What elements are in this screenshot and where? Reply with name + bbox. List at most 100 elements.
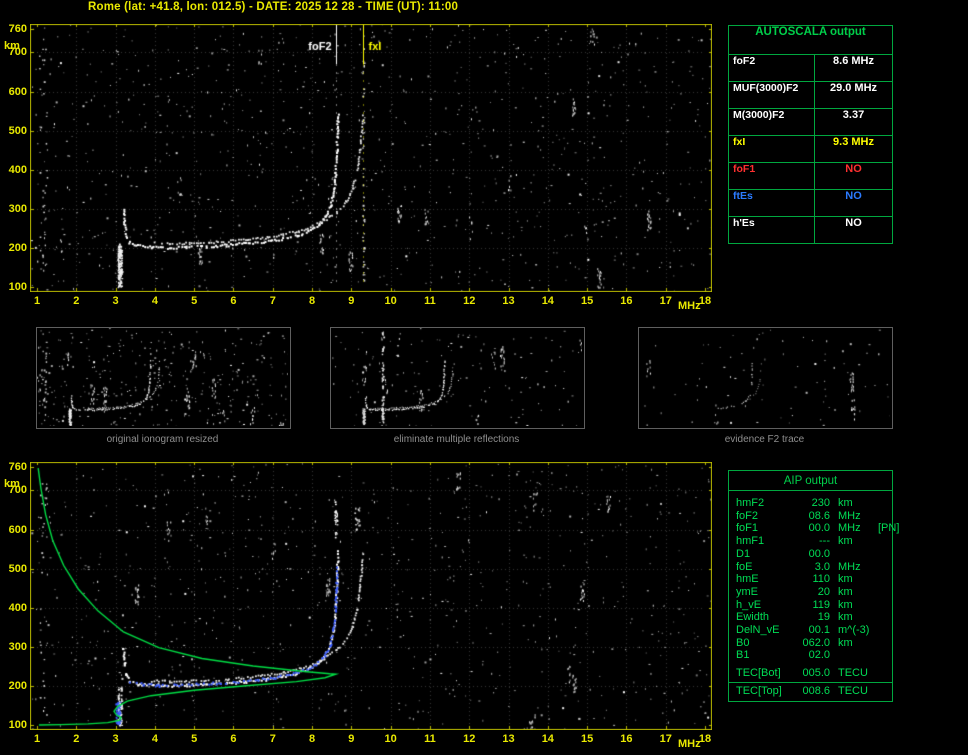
aip-row: hmE 110 km bbox=[729, 573, 892, 586]
aip-param-name: foF1 bbox=[736, 522, 759, 535]
aip-table-header: AIP output bbox=[729, 471, 892, 491]
thumbnail-caption-eliminate: eliminate multiple reflections bbox=[393, 434, 520, 445]
aip-param-name: TEC[Bot] bbox=[736, 667, 781, 680]
aip-param-unit: km bbox=[838, 573, 853, 586]
x-tick-label: 4 bbox=[151, 295, 158, 307]
aip-output-table: AIP output hmF2 230 km foF2 08.6 MHz foF1 00.0 M… bbox=[728, 470, 899, 702]
aip-row: h_vE 119 km bbox=[729, 599, 892, 612]
station-date-title: Rome (lat: +41.8, lon: 012.5) - DATE: 20… bbox=[88, 1, 459, 13]
profile-ionogram-canvas bbox=[30, 462, 712, 730]
aip-param-note bbox=[876, 637, 892, 650]
aip-param-name: hmF2 bbox=[736, 497, 765, 509]
aip-param-name: D1 bbox=[736, 547, 751, 560]
aip-param-unit: km bbox=[838, 535, 853, 548]
x-tick-label: 8 bbox=[308, 295, 316, 307]
y-tick-label: 500 bbox=[8, 562, 27, 575]
thumbnail-caption-evidence: evidence F2 trace bbox=[724, 434, 805, 445]
aip-row: B0 062.0 km bbox=[729, 637, 892, 650]
thumbnail-caption-original: original ionogram resized bbox=[106, 434, 219, 445]
aip-param-unit: MHz bbox=[838, 522, 861, 535]
aip-param-note bbox=[876, 586, 892, 599]
aip-param-unit: km bbox=[838, 636, 853, 649]
aip-row: ymE 20 km bbox=[729, 586, 892, 599]
x-tick-label: 17 bbox=[659, 295, 672, 307]
autoscala-screen: Rome (lat: +41.8, lon: 012.5) - DATE: 20… bbox=[0, 0, 968, 755]
x-tick-label: 11 bbox=[424, 295, 436, 307]
x-tick-label: 7 bbox=[269, 733, 276, 745]
y-tick-label: 600 bbox=[8, 523, 27, 536]
autoscala-row: h'Es NO bbox=[729, 217, 892, 243]
main-ionogram-plot: 1 2 3 4 5 6 7 8 9 10 11 12 13 14 15 16 17 18 760 700 600 500 4… bbox=[4, 23, 712, 312]
aip-param-note bbox=[876, 497, 892, 510]
aip-tec-rows: TEC[Bot] 005.0 TECU TEC[Top] 008.6 TECU bbox=[729, 667, 892, 697]
aip-param-name: Ewidth bbox=[736, 611, 770, 624]
x-tick-label: 3 bbox=[112, 295, 119, 307]
x-tick-label: 2 bbox=[73, 295, 80, 307]
aip-param-note bbox=[876, 685, 892, 698]
autoscala-param-name: ftEs bbox=[729, 190, 815, 216]
autoscala-row: foF2 8.6 MHz bbox=[729, 55, 892, 82]
autoscala-row: ftEs NO bbox=[729, 190, 892, 217]
y-tick-label: 200 bbox=[8, 679, 27, 692]
aip-param-note bbox=[876, 624, 892, 637]
aip-param-value: 119 bbox=[812, 598, 830, 611]
thumbnail-evidence-f2 bbox=[638, 327, 893, 429]
y-tick-label: 200 bbox=[8, 241, 27, 254]
x-tick-label: 6 bbox=[230, 733, 237, 745]
aip-row: foF1 00.0 MHz [PN] bbox=[729, 522, 899, 535]
aip-param-note bbox=[876, 649, 892, 662]
aip-table-rows: hmF2 230 km foF2 08.6 MHz foF1 00.0 MHz [PN] hmF1 -… bbox=[729, 497, 899, 662]
main-ionogram-canvas bbox=[30, 24, 712, 292]
autoscala-param-name: M(3000)F2 bbox=[729, 109, 815, 135]
x-tick-label: 11 bbox=[424, 733, 436, 745]
aip-param-note bbox=[876, 510, 892, 523]
x-tick-label: 9 bbox=[348, 295, 355, 307]
autoscala-output-table: AUTOSCALA output foF2 8.6 MHz MUF(3000)F2 2… bbox=[728, 25, 893, 244]
aip-param-unit: MHz bbox=[838, 509, 861, 522]
aip-param-unit: km bbox=[838, 598, 853, 611]
thumbnail-evidence-canvas bbox=[639, 328, 890, 426]
aip-param-name: B0 bbox=[736, 636, 750, 649]
x-tick-label: 14 bbox=[541, 295, 554, 307]
y-tick-label: 760 bbox=[8, 461, 27, 473]
x-tick-label: 4 bbox=[151, 733, 158, 745]
autoscala-param-name: foF1 bbox=[729, 163, 815, 189]
x-tick-label: 15 bbox=[580, 295, 594, 307]
aip-param-value: 230 bbox=[811, 497, 830, 509]
aip-param-value: 110 bbox=[812, 573, 830, 586]
x-axis-unit-label: MHz bbox=[678, 738, 701, 750]
x-tick-label: 3 bbox=[112, 733, 119, 745]
aip-param-unit: TECU bbox=[838, 684, 868, 697]
x-tick-label: 1 bbox=[33, 733, 41, 745]
autoscala-param-name: foF2 bbox=[729, 55, 815, 81]
aip-param-name: foE bbox=[736, 560, 753, 573]
autoscala-param-name: MUF(3000)F2 bbox=[729, 82, 815, 108]
autoscala-param-name: h'Es bbox=[729, 217, 815, 243]
autoscala-param-value: NO bbox=[845, 217, 862, 229]
aip-param-value: 005.0 bbox=[802, 667, 830, 680]
autoscala-row: MUF(3000)F2 29.0 MHz bbox=[729, 82, 892, 109]
aip-param-unit: m^(-3) bbox=[838, 624, 870, 637]
aip-param-value: 08.6 bbox=[808, 509, 830, 522]
autoscala-param-value: NO bbox=[845, 190, 862, 202]
y-tick-label: 760 bbox=[8, 23, 27, 35]
x-tick-label: 12 bbox=[463, 733, 476, 745]
aip-param-note bbox=[876, 573, 892, 586]
y-axis-unit-label: km bbox=[4, 40, 20, 52]
x-tick-label: 16 bbox=[620, 295, 633, 307]
aip-row: TEC[Bot] 005.0 TECU bbox=[729, 667, 892, 680]
y-tick-label: 600 bbox=[8, 85, 27, 98]
x-tick-label: 10 bbox=[384, 733, 397, 745]
aip-param-note bbox=[876, 535, 892, 548]
aip-param-value: 02.0 bbox=[808, 649, 830, 662]
x-tick-label: 5 bbox=[191, 295, 198, 307]
x-tick-label: 8 bbox=[308, 733, 316, 745]
aip-param-unit bbox=[830, 649, 876, 662]
aip-param-note bbox=[876, 611, 892, 624]
x-tick-label: 6 bbox=[230, 295, 237, 307]
aip-param-unit: TECU bbox=[838, 667, 868, 680]
aip-param-unit: km bbox=[838, 611, 853, 624]
aip-param-unit: km bbox=[838, 585, 853, 598]
thumbnail-original-ionogram bbox=[36, 327, 291, 429]
aip-param-name: h_vE bbox=[736, 598, 762, 611]
